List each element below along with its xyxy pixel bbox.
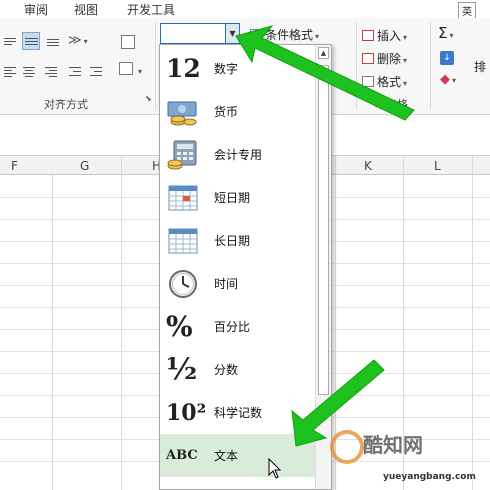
format-option-label: 短日期 (214, 191, 251, 205)
format-option-label: 会计专用 (214, 148, 263, 162)
align-middle-icon[interactable] (22, 32, 40, 50)
format-option-label: 时间 (214, 277, 239, 291)
watermark-brand: 酷知网 (363, 433, 423, 457)
tab-view[interactable]: 视图 (74, 1, 98, 18)
long-date-calendar-icon (166, 225, 200, 257)
number-format-dropdown-list: 12 数字 货币 会计专用 短日期 长日期 时间 % 百分比 ½ 分数 10² … (159, 44, 332, 490)
format-option-number[interactable]: 12 数字 (160, 47, 315, 90)
align-top-icon[interactable] (3, 36, 17, 48)
group-separator (356, 22, 357, 110)
orientation-icon[interactable]: ≫ ▾ (68, 33, 88, 48)
format-option-label: 科学记数 (214, 406, 263, 420)
decrease-indent-icon[interactable] (68, 66, 82, 78)
tab-developer[interactable]: 开发工具 (127, 1, 175, 18)
merge-center-button[interactable]: ▾ (119, 62, 142, 77)
align-bottom-icon[interactable] (46, 36, 60, 48)
format-option-label: 货币 (214, 105, 239, 119)
column-header-g[interactable]: G (80, 159, 89, 173)
format-option-text[interactable]: ABC 文本 (160, 434, 315, 477)
watermark: 酷知网 yueyangbang.com (325, 425, 490, 490)
increase-indent-icon[interactable] (89, 66, 103, 78)
format-option-currency[interactable]: 货币 (160, 90, 315, 133)
format-option-scientific[interactable]: 10² 科学记数 (160, 391, 315, 434)
number-format-combobox[interactable]: ▼ (160, 23, 240, 44)
accounting-icon (166, 139, 200, 171)
watermark-url: yueyangbang.com (383, 472, 476, 482)
currency-icon (166, 96, 200, 128)
format-option-label: 分数 (214, 363, 239, 377)
format-option-long-date[interactable]: 长日期 (160, 219, 315, 262)
percent-icon: % (166, 310, 193, 343)
column-header-l[interactable]: L (434, 159, 441, 173)
scroll-up-arrow-icon[interactable]: ▲ (318, 47, 329, 59)
format-option-label: 文本 (214, 449, 239, 463)
number-format-dropdown-button[interactable]: ▼ (225, 24, 239, 43)
text-abc-icon: ABC (166, 448, 198, 463)
group-separator (430, 22, 431, 110)
format-option-label: 百分比 (214, 320, 251, 334)
format-option-accounting[interactable]: 会计专用 (160, 133, 315, 176)
format-option-percent[interactable]: % 百分比 (160, 305, 315, 348)
format-option-label: 长日期 (214, 234, 251, 248)
column-header-f[interactable]: F (11, 159, 18, 173)
conditional-format-button[interactable]: 条件格式 ▾ (250, 26, 319, 43)
align-center-icon[interactable] (22, 66, 36, 78)
fill-down-icon[interactable]: ↓ (440, 51, 454, 65)
cells-group-label: 单元格 (375, 98, 408, 111)
ribbon-tabs: 审阅 视图 开发工具 英 (0, 0, 490, 19)
scientific-icon: 10² (166, 400, 207, 426)
format-option-label: 数字 (214, 62, 239, 76)
clock-icon (166, 268, 200, 300)
short-date-calendar-icon (166, 182, 200, 214)
gridline (52, 175, 53, 490)
alignment-dialog-launcher-icon[interactable]: ⬊ (145, 94, 152, 103)
number-12-icon: 12 (166, 54, 201, 83)
tab-review[interactable]: 审阅 (24, 1, 48, 18)
align-right-icon[interactable] (44, 66, 58, 78)
wrap-text-icon[interactable] (121, 35, 135, 49)
autosum-icon[interactable]: Σ ▾ (438, 24, 454, 42)
format-option-fraction[interactable]: ½ 分数 (160, 348, 315, 391)
sort-filter-label[interactable]: 排 (474, 58, 486, 75)
insert-cells-button[interactable]: 插入 ▾ (362, 27, 407, 44)
format-option-short-date[interactable]: 短日期 (160, 176, 315, 219)
scrollbar-thumb[interactable] (318, 65, 329, 395)
align-left-icon[interactable] (3, 66, 17, 78)
format-cells-button[interactable]: 格式 ▾ (362, 73, 407, 90)
group-separator (155, 22, 156, 110)
delete-cells-button[interactable]: 删除 ▾ (362, 50, 407, 67)
watermark-logo-icon (330, 430, 364, 464)
clear-eraser-icon[interactable]: ◆ ▾ (440, 72, 456, 87)
column-header-k[interactable]: K (364, 159, 372, 173)
ime-indicator[interactable]: 英 (458, 2, 476, 19)
dropdown-scrollbar[interactable]: ▲ (315, 45, 331, 489)
mouse-cursor-icon (268, 458, 282, 479)
format-option-time[interactable]: 时间 (160, 262, 315, 305)
fraction-icon: ½ (166, 352, 198, 387)
alignment-group-label: 对齐方式 (44, 98, 88, 111)
